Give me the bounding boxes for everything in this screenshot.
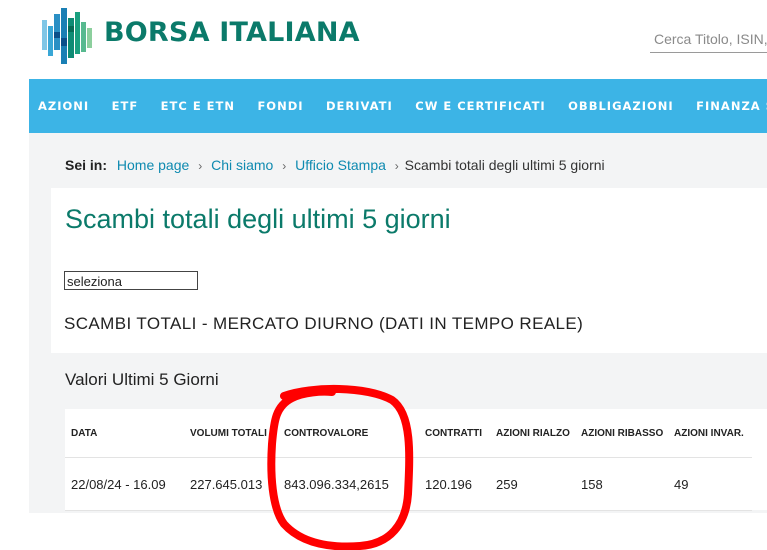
- chevron-right-icon: ›: [394, 159, 399, 173]
- main-nav: AZIONI ETF ETC E ETN FONDI DERIVATI CW E…: [29, 79, 767, 133]
- period-select[interactable]: seleziona: [64, 271, 198, 290]
- cell-controvalore: 843.096.334,2615: [278, 457, 419, 511]
- search-input[interactable]: [650, 26, 767, 53]
- breadcrumb-link-ufficio-stampa[interactable]: Ufficio Stampa: [295, 157, 386, 173]
- breadcrumb-label: Sei in:: [65, 157, 108, 173]
- nav-item-azioni[interactable]: AZIONI: [38, 79, 89, 133]
- nav-item-obbligazioni[interactable]: OBBLIGAZIONI: [568, 79, 674, 133]
- column-header-invariate: AZIONI INVAR.: [668, 409, 752, 458]
- cell-contratti: 120.196: [419, 457, 490, 511]
- column-header-volumi: VOLUMI TOTALI: [184, 409, 278, 458]
- nav-item-derivati[interactable]: DERIVATI: [326, 79, 393, 133]
- nav-item-etf[interactable]: ETF: [112, 79, 139, 133]
- cell-rialzo: 259: [490, 457, 575, 511]
- values-table: DATA VOLUMI TOTALI CONTROVALORE CONTRATT…: [65, 409, 752, 512]
- column-header-rialzo: AZIONI RIALZO: [490, 409, 575, 458]
- nav-item-fondi[interactable]: FONDI: [257, 79, 303, 133]
- column-header-contratti: CONTRATTI: [419, 409, 490, 458]
- values-heading: Valori Ultimi 5 Giorni: [65, 370, 219, 389]
- column-header-ribasso: AZIONI RIBASSO: [575, 409, 668, 458]
- breadcrumb-current: Scambi totali degli ultimi 5 giorni: [404, 157, 605, 173]
- table-row: 22/08/24 - 16.09 227.645.013 843.096.334…: [65, 457, 752, 511]
- breadcrumb-link-chi-siamo[interactable]: Chi siamo: [211, 157, 273, 173]
- cell-data: 22/08/24 - 16.09: [65, 457, 184, 511]
- borsa-logo-icon[interactable]: [42, 6, 98, 64]
- chevron-right-icon: ›: [282, 159, 287, 173]
- nav-item-finanza-sostenibile[interactable]: FINANZA SOSTENIBILE: [696, 79, 767, 133]
- table-header-row: DATA VOLUMI TOTALI CONTROVALORE CONTRATT…: [65, 409, 752, 458]
- column-header-controvalore: CONTROVALORE: [278, 409, 419, 458]
- page-title: Scambi totali degli ultimi 5 giorni: [65, 204, 451, 234]
- site-header: BORSA ITALIANA: [0, 0, 767, 78]
- nav-item-cw-certificati[interactable]: CW E CERTIFICATI: [415, 79, 545, 133]
- cell-invariate: 49: [668, 457, 752, 511]
- table-row-empty: [65, 511, 752, 513]
- chevron-right-icon: ›: [198, 159, 203, 173]
- cell-volumi: 227.645.013: [184, 457, 278, 511]
- section-heading: SCAMBI TOTALI - MERCATO DIURNO (DATI IN …: [64, 314, 584, 333]
- column-header-data: DATA: [65, 409, 184, 458]
- values-table-container: DATA VOLUMI TOTALI CONTROVALORE CONTRATT…: [65, 409, 767, 512]
- breadcrumb: Sei in: Home page › Chi siamo › Ufficio …: [65, 157, 605, 173]
- brand-name[interactable]: BORSA ITALIANA: [104, 17, 360, 48]
- breadcrumb-link-home[interactable]: Home page: [117, 157, 189, 173]
- cell-ribasso: 158: [575, 457, 668, 511]
- nav-item-etc-etn[interactable]: ETC E ETN: [161, 79, 235, 133]
